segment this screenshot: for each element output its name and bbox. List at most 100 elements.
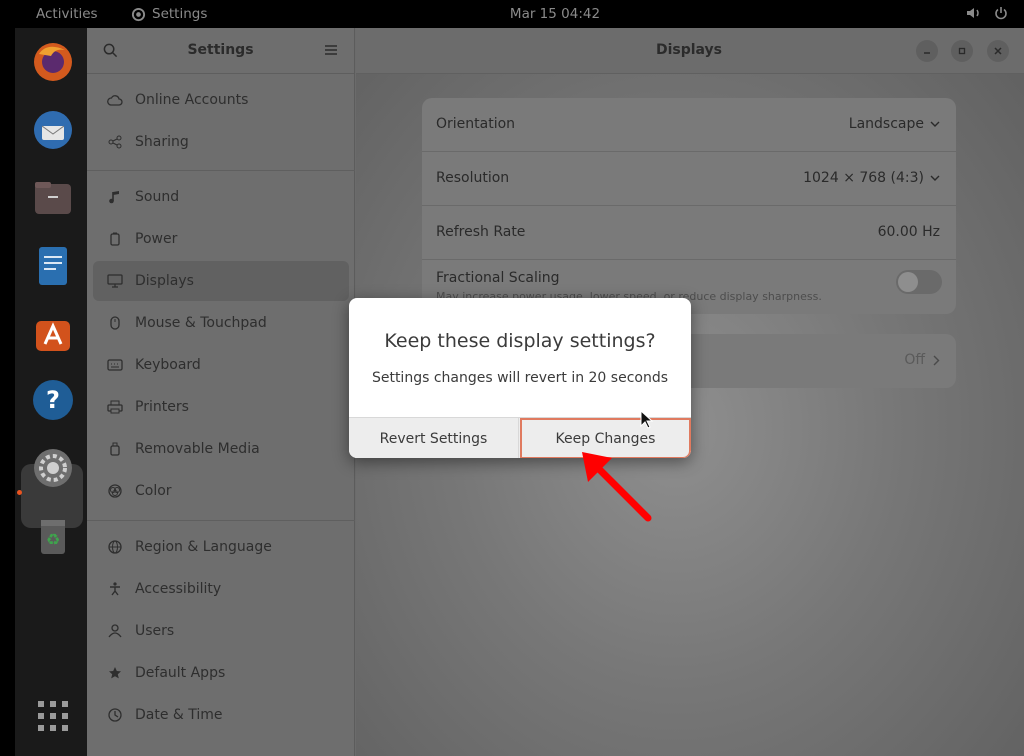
sidebar-item-region-language[interactable]: Region & Language xyxy=(93,527,349,567)
files-icon[interactable] xyxy=(29,174,77,222)
sidebar-header: Settings xyxy=(87,28,354,74)
sidebar-item-printers[interactable]: Printers xyxy=(93,387,349,427)
orientation-label: Orientation xyxy=(436,116,516,132)
chevron-down-icon xyxy=(930,175,940,181)
sidebar-title: Settings xyxy=(187,42,254,58)
minimize-icon xyxy=(924,52,930,54)
orientation-value: Landscape xyxy=(848,116,924,132)
sidebar-item-label: Displays xyxy=(135,273,194,289)
app-center-icon[interactable] xyxy=(29,310,77,358)
help-icon[interactable]: ? xyxy=(29,376,77,424)
sidebar-item-keyboard[interactable]: Keyboard xyxy=(93,345,349,385)
star-icon xyxy=(107,665,123,681)
sidebar-divider xyxy=(87,170,355,171)
close-button[interactable] xyxy=(987,40,1009,62)
writer-icon[interactable] xyxy=(29,242,77,290)
show-apps-icon[interactable] xyxy=(29,692,77,740)
resolution-row[interactable]: Resolution 1024 × 768 (4:3) xyxy=(422,152,956,206)
orientation-row[interactable]: Orientation Landscape xyxy=(422,98,956,152)
trash-icon[interactable]: ♻ xyxy=(29,512,77,560)
printer-icon xyxy=(107,399,123,415)
sidebar-item-label: Date & Time xyxy=(135,707,223,723)
resolution-value: 1024 × 768 (4:3) xyxy=(803,170,924,186)
users-icon xyxy=(107,623,123,639)
chevron-down-icon xyxy=(930,121,940,127)
sidebar-item-label: Default Apps xyxy=(135,665,226,681)
hamburger-menu-icon[interactable] xyxy=(324,43,338,57)
sidebar-item-date-time[interactable]: Date & Time xyxy=(93,695,349,735)
sidebar-item-label: Region & Language xyxy=(135,539,272,555)
mouse-cursor-icon xyxy=(640,410,654,429)
volume-icon xyxy=(967,8,979,18)
mouse-icon xyxy=(107,315,123,331)
sidebar-item-label: Sound xyxy=(135,189,180,205)
sidebar-item-power[interactable]: Power xyxy=(93,219,349,259)
sidebar-item-displays[interactable]: Displays xyxy=(93,261,349,301)
battery-icon xyxy=(107,231,123,247)
sidebar-item-label: Accessibility xyxy=(135,581,222,597)
thunderbird-icon[interactable] xyxy=(29,106,77,154)
firefox-icon[interactable] xyxy=(29,38,77,86)
svg-text:♻: ♻ xyxy=(46,530,60,549)
revert-settings-button[interactable]: Revert Settings xyxy=(349,418,519,458)
cloud-icon xyxy=(107,92,123,108)
fractional-scaling-label: Fractional Scaling xyxy=(436,270,560,286)
display-settings-card: Orientation Landscape Resolution 1024 × … xyxy=(422,98,956,314)
sidebar-item-accessibility[interactable]: Accessibility xyxy=(93,569,349,609)
sidebar-item-label: Removable Media xyxy=(135,441,260,457)
toggle-knob xyxy=(898,272,918,292)
clock[interactable]: Mar 15 04:42 xyxy=(0,6,1024,22)
dialog-heading: Keep these display settings? xyxy=(384,330,656,352)
system-tray[interactable] xyxy=(966,6,1008,20)
usb-drive-icon xyxy=(107,441,123,457)
sidebar-item-label: Online Accounts xyxy=(135,92,249,108)
svg-text:?: ? xyxy=(46,386,60,414)
dock: ? ♻ xyxy=(15,28,87,756)
top-bar: Activities Settings Mar 15 04:42 xyxy=(0,0,1024,28)
sidebar-item-removable-media[interactable]: Removable Media xyxy=(93,429,349,469)
dialog-message: Settings changes will revert in 20 secon… xyxy=(371,370,669,386)
sidebar-item-users[interactable]: Users xyxy=(93,611,349,651)
globe-icon xyxy=(107,539,123,555)
sidebar-item-label: Sharing xyxy=(135,134,189,150)
maximize-button[interactable] xyxy=(951,40,973,62)
minimize-button[interactable] xyxy=(916,40,938,62)
sidebar-item-default-apps[interactable]: Default Apps xyxy=(93,653,349,693)
resolution-dropdown[interactable]: 1024 × 768 (4:3) xyxy=(803,170,940,186)
sidebar-item-sharing[interactable]: Sharing xyxy=(93,122,349,162)
sidebar-item-sound[interactable]: Sound xyxy=(93,177,349,217)
annotation-arrow-icon xyxy=(582,452,652,522)
sidebar: Settings Online Accounts Sharing Sound P… xyxy=(87,28,355,756)
power-icon xyxy=(995,7,1007,20)
sidebar-divider xyxy=(87,520,355,521)
chevron-right-icon xyxy=(933,355,940,365)
running-indicator xyxy=(17,490,22,495)
sidebar-item-label: Color xyxy=(135,483,172,499)
orientation-dropdown[interactable]: Landscape xyxy=(849,116,940,132)
sidebar-item-online-accounts[interactable]: Online Accounts xyxy=(93,80,349,120)
refresh-rate-label: Refresh Rate xyxy=(436,224,526,240)
monitor-icon xyxy=(107,273,123,289)
sidebar-item-label: Users xyxy=(135,623,175,639)
color-icon xyxy=(107,483,123,499)
keep-settings-dialog: Keep these display settings? Settings ch… xyxy=(349,298,691,458)
share-icon xyxy=(107,134,123,150)
music-note-icon xyxy=(107,189,123,205)
refresh-rate-row[interactable]: Refresh Rate 60.00 Hz xyxy=(422,206,956,260)
sidebar-item-mouse-touchpad[interactable]: Mouse & Touchpad xyxy=(93,303,349,343)
night-light-value: Off xyxy=(904,352,925,368)
sidebar-item-color[interactable]: Color xyxy=(93,471,349,511)
sidebar-item-label: Keyboard xyxy=(135,357,201,373)
accessibility-icon xyxy=(107,581,123,597)
sidebar-item-label: Power xyxy=(135,231,178,247)
close-icon xyxy=(994,47,1002,55)
keyboard-icon xyxy=(107,357,123,373)
fractional-scaling-toggle[interactable] xyxy=(896,270,942,294)
night-light-status: Off xyxy=(904,352,940,368)
maximize-icon xyxy=(958,47,966,55)
refresh-rate-value: 60.00 Hz xyxy=(877,224,940,240)
sidebar-item-label: Mouse & Touchpad xyxy=(135,315,267,331)
resolution-label: Resolution xyxy=(436,170,510,186)
settings-dock-icon[interactable] xyxy=(29,444,77,492)
sidebar-item-label: Printers xyxy=(135,399,189,415)
